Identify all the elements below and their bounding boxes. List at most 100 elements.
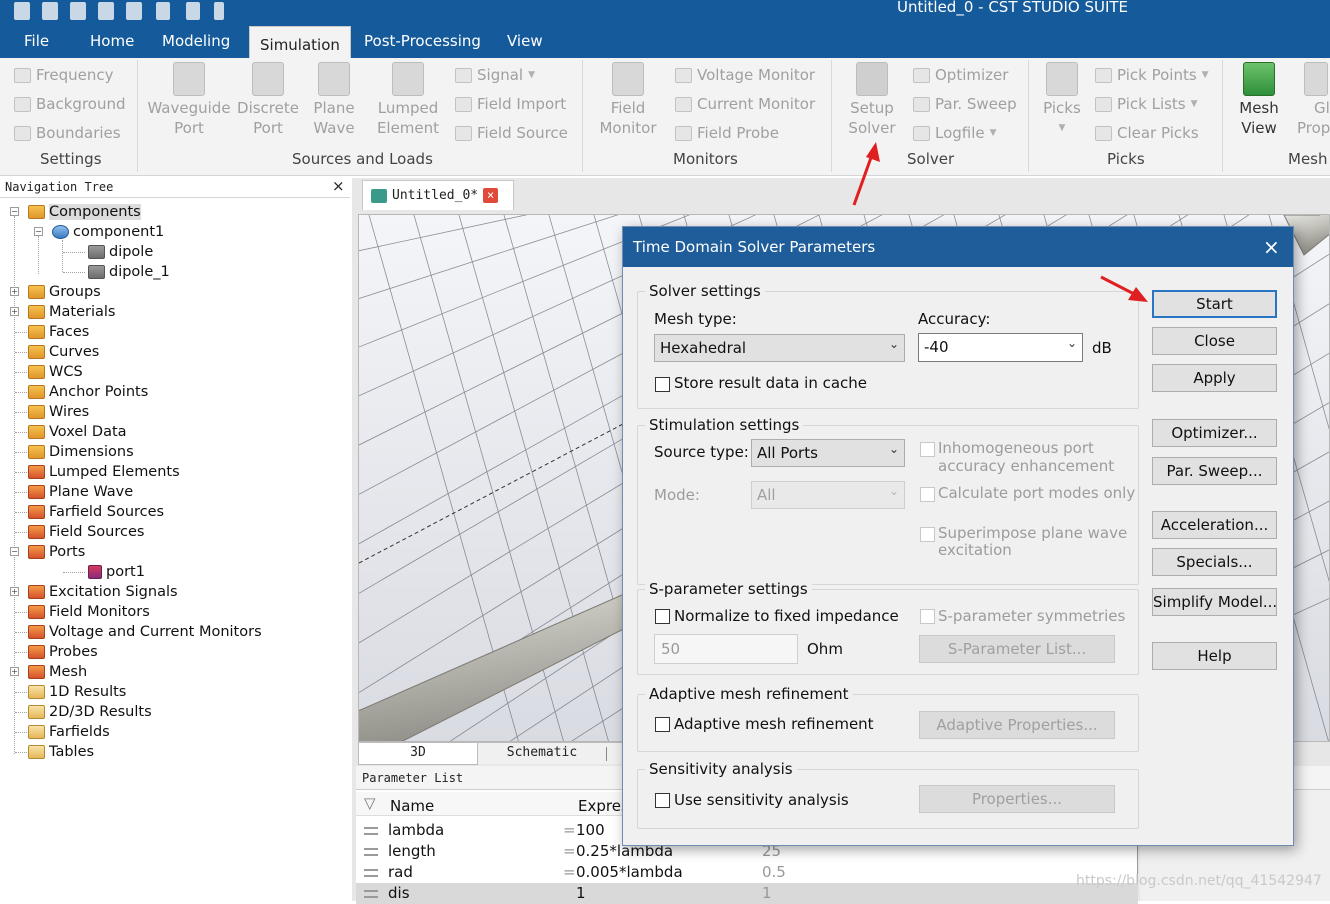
tree-item-groups[interactable]: Groups: [28, 282, 101, 302]
tab-3d[interactable]: 3D: [358, 743, 478, 765]
collapse-icon[interactable]: −: [10, 207, 19, 216]
specials-button[interactable]: Specials...: [1152, 548, 1277, 576]
par-sweep-ribbon-button[interactable]: Par. Sweep: [913, 95, 1017, 113]
collapse-icon[interactable]: −: [10, 547, 19, 556]
tab-schematic[interactable]: Schematic: [482, 743, 602, 765]
picks-button[interactable]: Picks ▼: [1038, 62, 1086, 138]
clear-picks-button[interactable]: Clear Picks: [1095, 124, 1199, 142]
adaptive-properties-button[interactable]: Adaptive Properties...: [919, 711, 1115, 739]
sensitivity-properties-button[interactable]: Properties...: [919, 785, 1115, 813]
tree-item-excitation-signals[interactable]: Excitation Signals: [28, 582, 178, 602]
document-tab[interactable]: Untitled_0* ×: [362, 180, 514, 210]
tree-item-wires[interactable]: Wires: [28, 402, 89, 422]
sparam-symmetries-checkbox[interactable]: [920, 609, 935, 624]
tree-item-tables[interactable]: Tables: [28, 742, 94, 762]
logfile-button[interactable]: Logfile ▼: [913, 124, 997, 142]
expand-icon[interactable]: +: [10, 667, 19, 676]
inhomogeneous-checkbox[interactable]: [920, 442, 935, 457]
tree-item-wcs[interactable]: WCS: [28, 362, 83, 382]
close-icon[interactable]: ×: [1263, 235, 1280, 259]
tree-item-components[interactable]: Components: [28, 202, 141, 222]
start-button[interactable]: Start: [1152, 290, 1277, 318]
tree-item-probes[interactable]: Probes: [28, 642, 98, 662]
mesh-type-select[interactable]: Hexahedral ⌄: [654, 334, 905, 362]
print-icon[interactable]: [126, 2, 142, 20]
table-row[interactable]: rad = 0.005*lambda 0.5: [356, 862, 1138, 883]
frequency-button[interactable]: Frequency: [14, 66, 114, 84]
open-folder-icon[interactable]: [42, 2, 58, 20]
optimizer-ribbon-button[interactable]: Optimizer: [913, 66, 1008, 84]
tab-view[interactable]: View: [507, 32, 543, 50]
tree-item-farfield-sources[interactable]: Farfield Sources: [28, 502, 164, 522]
mesh-view-button[interactable]: Mesh View: [1232, 62, 1286, 138]
simplify-model-button[interactable]: Simplify Model...: [1152, 588, 1277, 616]
impedance-input[interactable]: 50: [654, 634, 798, 664]
sparam-list-button[interactable]: S-Parameter List...: [919, 635, 1115, 663]
tree-item-faces[interactable]: Faces: [28, 322, 89, 342]
undo-icon[interactable]: [156, 2, 170, 20]
customize-toolbar-icon[interactable]: [214, 2, 224, 20]
tree-item-field-sources[interactable]: Field Sources: [28, 522, 144, 542]
tab-modeling[interactable]: Modeling: [162, 32, 230, 50]
tree-item-voxel-data[interactable]: Voxel Data: [28, 422, 127, 442]
pick-lists-button[interactable]: Pick Lists ▼: [1095, 95, 1198, 113]
setup-solver-button[interactable]: Setup Solver: [842, 62, 902, 138]
tree-item-dipole[interactable]: dipole: [88, 242, 153, 262]
background-button[interactable]: Background: [14, 95, 126, 113]
close-button[interactable]: Close: [1152, 327, 1277, 355]
calc-port-modes-checkbox[interactable]: [920, 487, 935, 502]
source-type-select[interactable]: All Ports ⌄: [751, 439, 905, 467]
new-file-icon[interactable]: [14, 2, 30, 20]
voltage-monitor-button[interactable]: Voltage Monitor: [675, 66, 815, 84]
redo-icon[interactable]: [186, 2, 200, 20]
tab-home[interactable]: Home: [90, 32, 134, 50]
field-probe-button[interactable]: Field Probe: [675, 124, 779, 142]
boundaries-button[interactable]: Boundaries: [14, 124, 121, 142]
field-import-button[interactable]: Field Import: [455, 95, 566, 113]
tab-post-processing[interactable]: Post-Processing: [364, 32, 481, 50]
tree-item-port1[interactable]: port1: [88, 562, 145, 582]
acceleration-button[interactable]: Acceleration...: [1152, 511, 1277, 539]
tree-item-2d3d-results[interactable]: 2D/3D Results: [28, 702, 152, 722]
tree-item-ports[interactable]: Ports: [28, 542, 85, 562]
store-cache-checkbox[interactable]: [655, 377, 670, 392]
expand-icon[interactable]: +: [10, 587, 19, 596]
accuracy-select[interactable]: -40 ⌄: [918, 333, 1083, 362]
close-tab-icon[interactable]: ×: [483, 188, 499, 203]
tab-file[interactable]: File: [24, 32, 49, 50]
tree-item-anchor-points[interactable]: Anchor Points: [28, 382, 148, 402]
tree-item-lumped-elements[interactable]: Lumped Elements: [28, 462, 180, 482]
tree-item-dipole-1[interactable]: dipole_1: [88, 262, 170, 282]
tree-item-voltage-current-monitors[interactable]: Voltage and Current Monitors: [28, 622, 262, 642]
collapse-icon[interactable]: −: [34, 227, 43, 236]
tree-item-farfields[interactable]: Farfields: [28, 722, 110, 742]
par-sweep-button[interactable]: Par. Sweep...: [1152, 457, 1277, 485]
field-source-button[interactable]: Field Source: [455, 124, 568, 142]
tree-item-1d-results[interactable]: 1D Results: [28, 682, 126, 702]
expand-icon[interactable]: +: [10, 307, 19, 316]
tree-item-materials[interactable]: Materials: [28, 302, 115, 322]
discrete-port-button[interactable]: Discrete Port: [236, 62, 300, 138]
plane-wave-button[interactable]: Plane Wave: [304, 62, 364, 138]
current-monitor-button[interactable]: Current Monitor: [675, 95, 815, 113]
optimizer-button[interactable]: Optimizer...: [1152, 419, 1277, 447]
tree-item-component1[interactable]: component1: [52, 222, 164, 242]
tree-item-curves[interactable]: Curves: [28, 342, 99, 362]
column-header-name[interactable]: Name: [390, 797, 434, 815]
tree-item-field-monitors[interactable]: Field Monitors: [28, 602, 150, 622]
filter-icon[interactable]: ▽: [364, 794, 376, 812]
mode-select[interactable]: All ⌄: [751, 481, 905, 509]
tree-item-plane-wave[interactable]: Plane Wave: [28, 482, 133, 502]
field-monitor-button[interactable]: Field Monitor: [594, 62, 662, 138]
signal-button[interactable]: Signal ▼: [455, 66, 535, 84]
help-button[interactable]: Help: [1152, 642, 1277, 670]
normalize-impedance-checkbox[interactable]: [655, 609, 670, 624]
adaptive-mesh-checkbox[interactable]: [655, 717, 670, 732]
pick-points-button[interactable]: Pick Points ▼: [1095, 66, 1209, 84]
lumped-element-button[interactable]: Lumped Element: [374, 62, 442, 138]
expand-icon[interactable]: +: [10, 287, 19, 296]
save-all-icon[interactable]: [98, 2, 114, 20]
waveguide-port-button[interactable]: Waveguide Port: [147, 62, 231, 138]
save-icon[interactable]: [70, 2, 86, 20]
close-icon[interactable]: ×: [332, 177, 345, 195]
